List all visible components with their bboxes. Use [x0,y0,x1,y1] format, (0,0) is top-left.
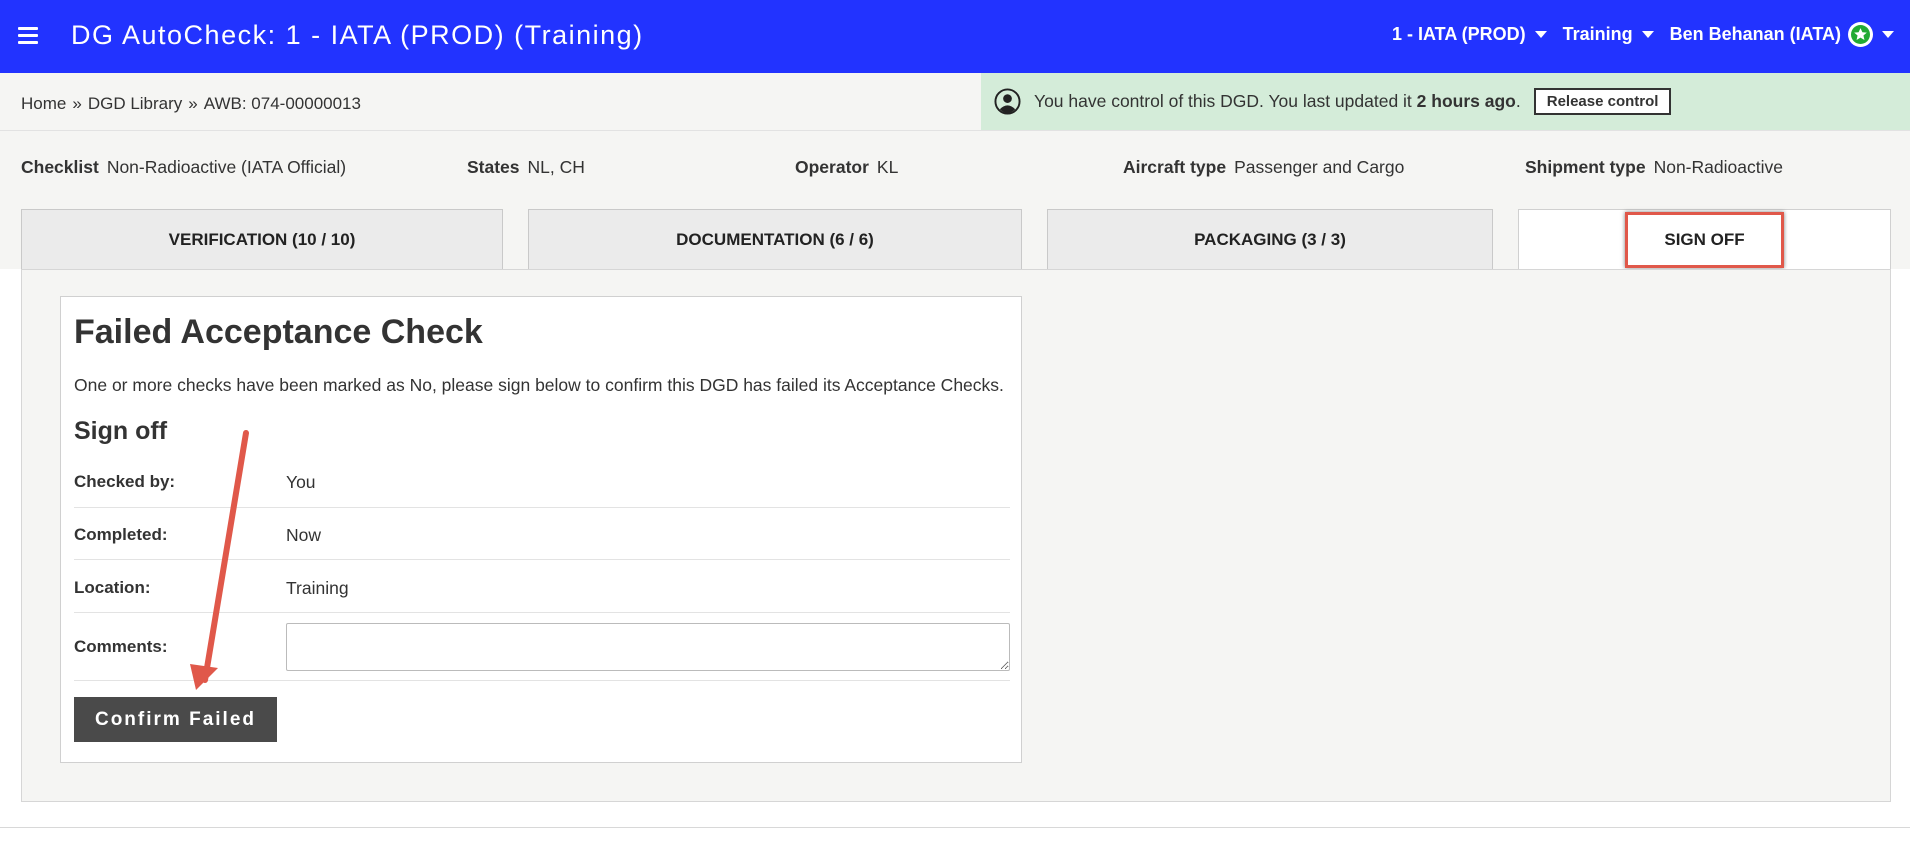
failed-check-title: Failed Acceptance Check [74,313,483,351]
states-label: States [467,157,520,177]
operator-info: Operator KL [795,157,898,178]
completed-label: Completed: [74,525,168,544]
failed-check-description: One or more checks have been marked as N… [74,375,1004,395]
tab-packaging-label: PACKAGING (3 / 3) [1194,229,1346,249]
breadcrumb-bar: Home » DGD Library » AWB: 074-00000013 You h… [0,73,1910,131]
top-header-bar: DG AutoCheck: 1 - IATA (PROD) (Training)… [0,0,1910,73]
app-title: DG AutoCheck: 1 - IATA (PROD) (Training) [71,20,644,50]
org-dropdown[interactable]: 1 - IATA (PROD) [1392,24,1547,45]
control-message-text: You have control of this DGD. You last u… [1034,91,1417,111]
breadcrumb-home-link[interactable]: Home [21,94,66,113]
confirm-failed-button[interactable]: Confirm Failed [74,697,277,742]
comments-row: Comments: [74,613,1010,681]
aircraft-type-label: Aircraft type [1123,157,1227,177]
aircraft-type-info: Aircraft type Passenger and Cargo [1123,157,1404,178]
states-value: NL, CH [527,157,585,177]
location-row: Location: Training [74,560,1010,613]
sign-off-heading: Sign off [74,417,168,445]
checklist-value: Non-Radioactive (IATA Official) [106,157,347,177]
checklist-label: Checklist [21,157,99,177]
completed-row: Completed: Now [74,508,1010,560]
sign-off-card: Failed Acceptance Check One or more chec… [60,296,1022,763]
checklist-info: Checklist Non-Radioactive (IATA Official) [21,157,346,178]
shipment-type-label: Shipment type [1525,157,1646,177]
location-dropdown[interactable]: Training [1563,24,1654,45]
breadcrumb-library-link[interactable]: DGD Library [88,94,182,113]
location-label: Location: [74,578,151,597]
star-badge-icon [1848,22,1873,47]
comments-input[interactable] [286,623,1010,671]
tab-sign-off-label: SIGN OFF [1625,211,1784,268]
caret-down-icon [1641,31,1654,38]
states-info: States NL, CH [467,157,585,178]
tab-documentation-label: DOCUMENTATION (6 / 6) [676,229,874,249]
breadcrumb-separator: » [188,94,198,113]
org-dropdown-label: 1 - IATA (PROD) [1391,24,1526,44]
tab-verification-label: VERIFICATION (10 / 10) [168,229,356,249]
tab-documentation[interactable]: DOCUMENTATION (6 / 6) [528,209,1022,269]
checked-by-value: You [286,472,316,492]
footer-divider [0,827,1910,828]
caret-down-icon [1882,31,1894,38]
shipment-type-value: Non-Radioactive [1653,157,1783,177]
comments-label: Comments: [74,637,168,656]
tab-verification[interactable]: VERIFICATION (10 / 10) [21,209,503,269]
control-message-time: 2 hours ago [1416,91,1516,111]
control-banner: You have control of this DGD. You last u… [981,73,1910,130]
hamburger-menu-icon[interactable] [18,27,38,44]
control-message-end: . [1515,91,1521,111]
user-menu[interactable]: Ben Behanan (IATA) [1670,22,1894,47]
location-dropdown-label: Training [1562,24,1633,44]
completed-value: Now [286,525,322,545]
breadcrumb-separator: » [72,94,82,113]
control-message: You have control of this DGD. You last u… [1034,91,1521,112]
operator-value: KL [876,157,899,177]
tab-packaging[interactable]: PACKAGING (3 / 3) [1047,209,1493,269]
release-control-button[interactable]: Release control [1533,88,1672,115]
caret-down-icon [1534,31,1547,38]
tab-sign-off[interactable]: SIGN OFF [1518,209,1891,269]
breadcrumb-current: AWB: 074-00000013 [203,94,361,113]
operator-label: Operator [795,157,869,177]
person-circle-icon [994,88,1021,115]
aircraft-type-value: Passenger and Cargo [1234,157,1405,177]
top-navigation: 1 - IATA (PROD) Training Ben Behanan (IA… [1392,22,1894,47]
user-name: Ben Behanan (IATA) [1669,24,1841,44]
checked-by-row: Checked by: You [74,455,1010,508]
shipment-type-info: Shipment type Non-Radioactive [1525,157,1783,178]
location-value: Training [286,578,349,598]
checked-by-label: Checked by: [74,472,176,491]
breadcrumb: Home » DGD Library » AWB: 074-00000013 [21,94,361,114]
